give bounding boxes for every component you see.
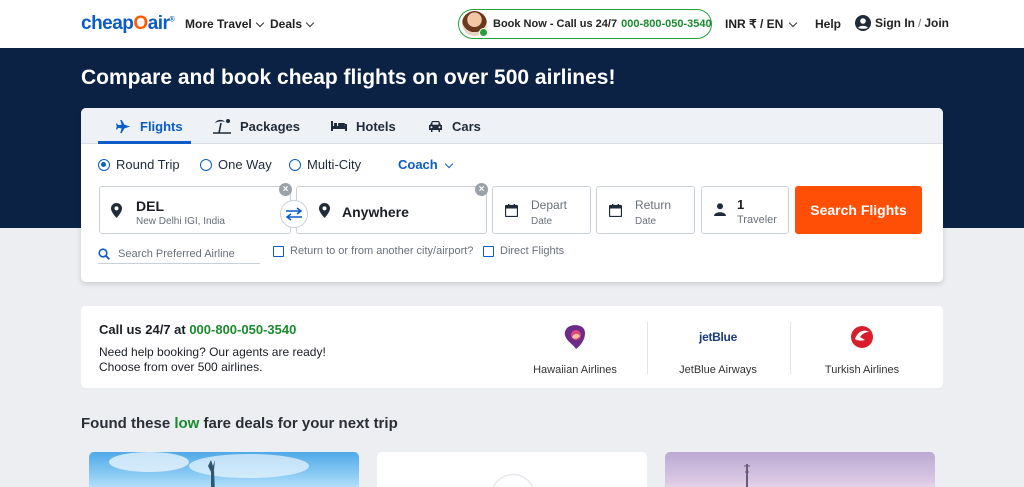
chevron-down-icon [255, 18, 264, 28]
calendar-icon [505, 204, 518, 217]
more-travel-menu[interactable]: More Travel [185, 17, 264, 31]
tab-cars[interactable]: Cars [428, 108, 481, 144]
destination-value: Anywhere [342, 204, 409, 220]
traveler-count: 1 [737, 197, 745, 212]
help-phone-link[interactable]: 000-800-050-3540 [189, 322, 296, 337]
jetblue-logo: jetBlue [699, 330, 737, 344]
help-link[interactable]: Help [815, 17, 841, 31]
one-way-option[interactable]: One Way [200, 157, 272, 172]
origin-airport-name: New Delhi IGI, India [136, 216, 225, 227]
airline-hawaiian[interactable]: Hawaiian Airlines [505, 322, 645, 376]
car-icon [429, 121, 442, 132]
airline-name: Turkish Airlines [824, 364, 900, 376]
round-trip-option[interactable]: Round Trip [98, 157, 180, 172]
radio-selected-icon [98, 158, 110, 171]
tab-hotels[interactable]: Hotels [331, 108, 396, 144]
chevron-down-icon [444, 159, 453, 169]
radio-icon [200, 158, 212, 171]
deal-image-loading [492, 473, 534, 487]
product-tabs: Flights Packages Hotels Cars [81, 108, 943, 144]
deal-card-2[interactable] [377, 452, 647, 487]
deal-card-1[interactable] [89, 452, 359, 487]
location-pin-icon [319, 203, 330, 218]
agent-avatar [462, 11, 488, 37]
call-us-heading: Call us 24/7 at 000-800-050-3540 [99, 322, 297, 337]
user-icon [855, 15, 871, 31]
top-navigation-bar: cheapOair® More Travel Deals Book Now - … [0, 0, 1024, 48]
person-icon [714, 203, 726, 216]
cabin-class-selector[interactable]: Coach [398, 157, 453, 172]
clear-origin-icon[interactable]: × [279, 183, 292, 196]
return-date-field[interactable]: Return Date [596, 186, 695, 234]
preferred-airline-placeholder: Search Preferred Airline [118, 247, 235, 260]
return-sublabel: Date [635, 216, 657, 227]
online-status-dot [479, 28, 488, 37]
chevron-down-icon [789, 18, 798, 28]
chevron-down-icon [305, 18, 315, 28]
deals-menu[interactable]: Deals [270, 17, 315, 31]
hero-title: Compare and book cheap flights on over 5… [81, 66, 616, 89]
swap-arrows-icon [285, 207, 303, 221]
deal-image-statue-of-liberty [109, 452, 309, 487]
origin-field[interactable]: DEL New Delhi IGI, India × [99, 183, 292, 234]
sign-in-link[interactable]: Sign In [875, 16, 915, 30]
location-pin-icon [111, 203, 122, 218]
airline-jetblue[interactable]: jetBlue JetBlue Airways [648, 322, 788, 376]
sign-in-join[interactable]: Sign In / Join [855, 15, 949, 31]
book-phone-number: 000-800-050-3540 [621, 18, 712, 30]
call-agents-section: Call us 24/7 at 000-800-050-3540 Need he… [81, 306, 943, 388]
deal-image-city-skyline [744, 464, 750, 487]
beach-icon [213, 119, 231, 134]
multi-city-option[interactable]: Multi-City [289, 157, 361, 172]
swap-locations-button[interactable] [280, 200, 308, 228]
search-flights-button[interactable]: Search Flights [795, 186, 922, 234]
turkish-airlines-logo-icon [851, 326, 873, 348]
calendar-icon [609, 204, 622, 217]
plane-icon [116, 119, 131, 133]
currency-language-selector[interactable]: INR ₹ / EN [725, 17, 798, 31]
checkbox-icon [273, 245, 284, 257]
search-icon [98, 247, 110, 260]
active-tab-indicator [98, 141, 191, 144]
depart-sublabel: Date [531, 216, 553, 227]
travelers-field[interactable]: 1 Traveler [701, 186, 789, 234]
destination-field[interactable]: Anywhere × [296, 183, 488, 234]
tab-flights[interactable]: Flights [116, 108, 183, 144]
depart-date-field[interactable]: Depart Date [492, 186, 591, 234]
direct-flights-checkbox[interactable]: Direct Flights [483, 245, 564, 257]
deal-card-3[interactable] [665, 452, 935, 487]
bed-icon [331, 121, 347, 131]
book-now-text: Book Now - Call us 24/7 000-800-050-3540 [493, 18, 712, 30]
return-label: Return [635, 198, 672, 212]
divider [790, 322, 791, 374]
airline-turkish[interactable]: Turkish Airlines [792, 322, 932, 376]
flight-search-card: Flights Packages Hotels Cars Round Trip … [81, 108, 943, 282]
join-link[interactable]: Join [924, 16, 949, 30]
cheapoair-logo[interactable]: cheapOair® [81, 13, 175, 35]
clear-destination-icon[interactable]: × [475, 183, 488, 196]
return-other-city-checkbox[interactable]: Return to or from another city/airport? [273, 245, 473, 257]
help-line-1: Need help booking? Our agents are ready! [99, 345, 326, 359]
checkbox-icon [483, 245, 494, 257]
hawaiian-airlines-logo-icon [564, 325, 586, 349]
depart-label: Depart [531, 198, 568, 212]
airline-name: Hawaiian Airlines [533, 364, 617, 376]
radio-icon [289, 158, 301, 171]
tab-packages[interactable]: Packages [213, 108, 300, 144]
origin-code: DEL [136, 198, 164, 214]
airline-name: JetBlue Airways [679, 364, 757, 376]
deals-heading: Found these low fare deals for your next… [81, 415, 398, 432]
book-now-call-button[interactable]: Book Now - Call us 24/7 000-800-050-3540 [458, 9, 712, 39]
help-line-2: Choose from over 500 airlines. [99, 360, 263, 374]
traveler-label: Traveler [737, 214, 777, 226]
preferred-airline-input[interactable]: Search Preferred Airline [98, 244, 260, 264]
